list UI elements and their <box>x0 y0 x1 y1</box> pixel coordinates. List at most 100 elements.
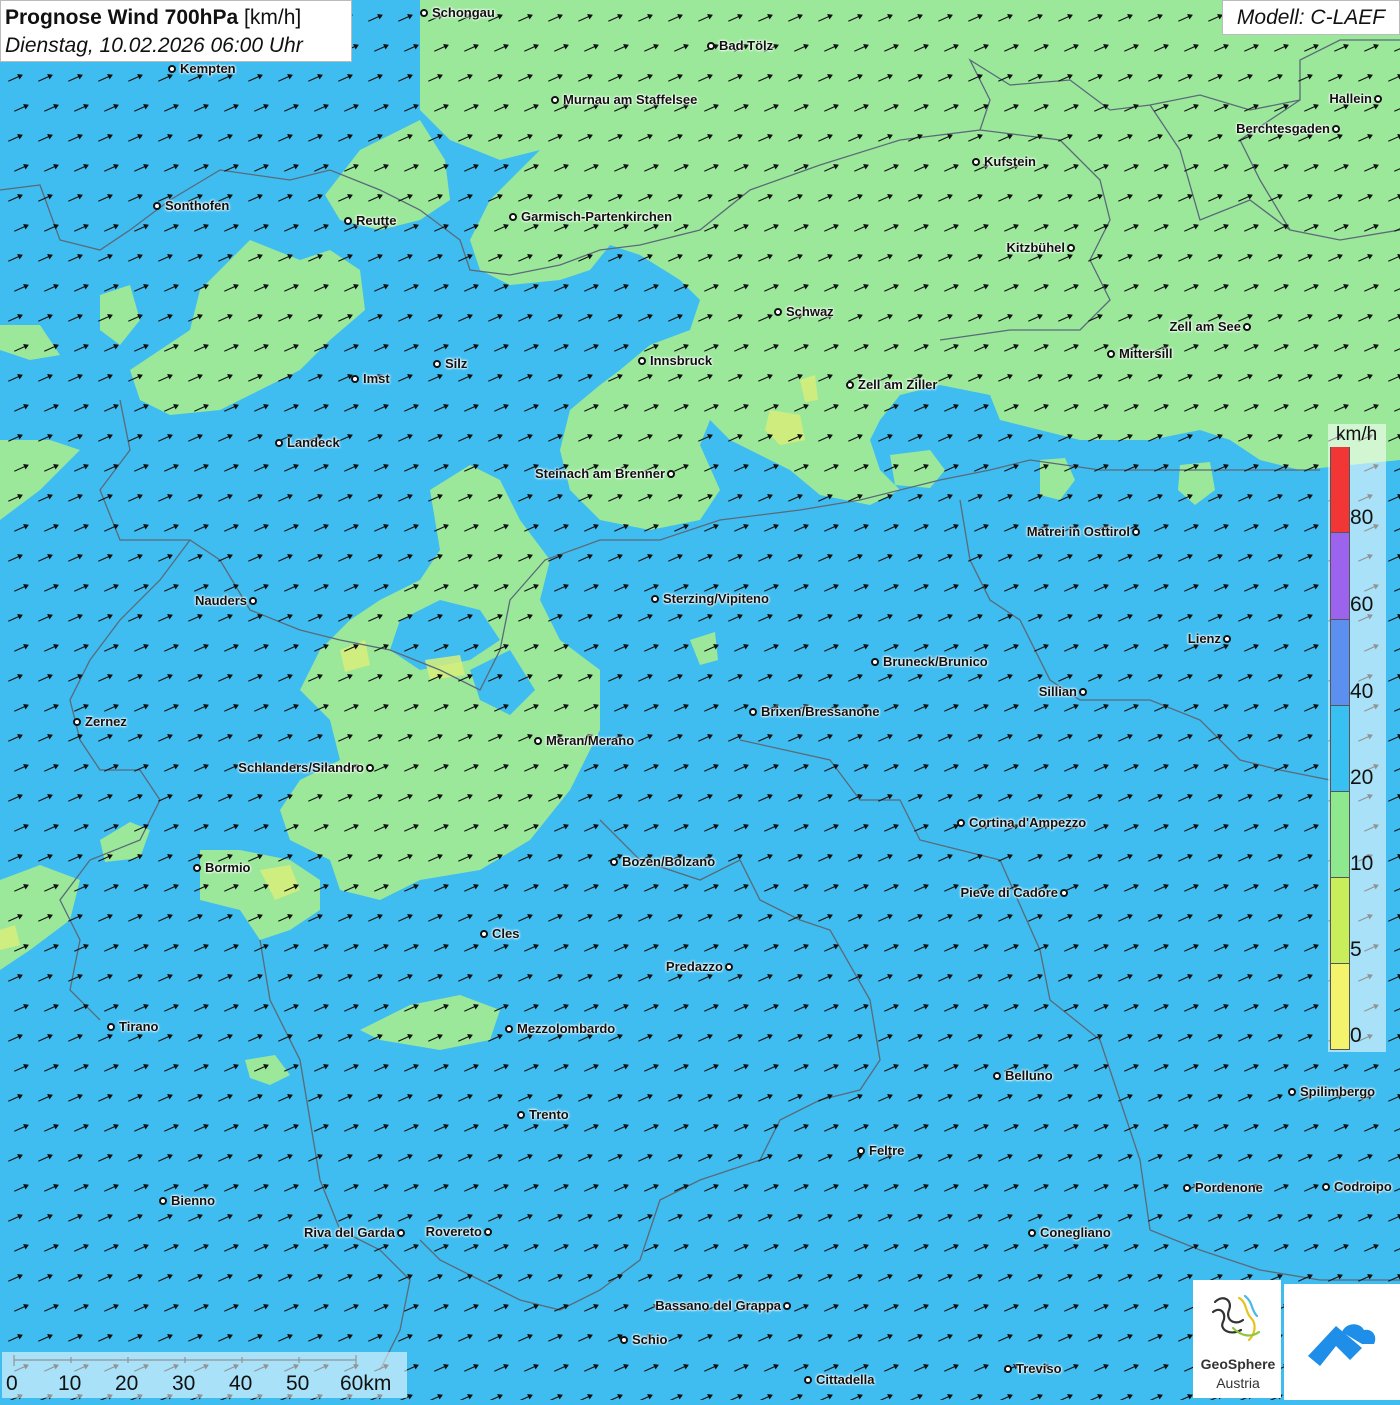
city-label: Bruneck/Brunico <box>883 654 988 669</box>
model-label: Modell: C-LAEF <box>1222 0 1400 35</box>
city-label: Schongau <box>432 5 495 20</box>
city-label: Zernez <box>85 714 127 729</box>
city-label: Kitzbühel <box>1006 240 1066 255</box>
city-label: Bad Tölz <box>719 38 774 53</box>
city-marker <box>1004 1365 1012 1373</box>
city-label: Schlanders/Silandro <box>238 760 364 775</box>
city-marker <box>783 1302 791 1310</box>
city-label: Pieve di Cadore <box>960 885 1058 900</box>
city-marker <box>397 1229 405 1237</box>
city-label: Rovereto <box>425 1224 482 1239</box>
city-marker <box>1332 125 1340 133</box>
city-label: Feltre <box>869 1143 905 1158</box>
city-label: Bienno <box>171 1193 216 1208</box>
city-label: Silz <box>445 356 468 371</box>
city-label: Schio <box>632 1332 668 1347</box>
legend-label-60: 60 <box>1350 593 1374 616</box>
city-marker <box>957 819 965 827</box>
wind-app-icon <box>1308 1324 1376 1366</box>
city-label: Bozen/Bolzano <box>622 854 716 869</box>
legend-band-5 <box>1330 878 1350 964</box>
city-label: Hallein <box>1329 91 1372 106</box>
city-marker <box>972 158 980 166</box>
city-marker <box>638 357 646 365</box>
city-label: Kempten <box>180 61 236 76</box>
city-label: Cortina d'Ampezzo <box>969 815 1087 830</box>
city-marker <box>774 308 782 316</box>
city-label: Belluno <box>1005 1068 1053 1083</box>
city-label: Sillian <box>1038 684 1077 699</box>
legend-band-0 <box>1330 964 1350 1050</box>
city-marker <box>725 963 733 971</box>
weather-app-logo[interactable] <box>1284 1284 1400 1400</box>
city-marker <box>484 1228 492 1236</box>
city-marker <box>1107 350 1115 358</box>
city-label: Garmisch-Partenkirchen <box>521 209 673 224</box>
scale-label-30: 30 <box>172 1372 196 1395</box>
city-label: Pordenone <box>1195 1180 1263 1195</box>
city-label: Imst <box>363 371 390 386</box>
city-marker <box>620 1336 628 1344</box>
city-marker <box>1028 1229 1036 1237</box>
geosphere-swirl-icon <box>1211 1294 1261 1342</box>
legend-band-80 <box>1330 447 1350 533</box>
city-marker <box>846 381 854 389</box>
legend-label-10: 10 <box>1350 852 1374 875</box>
city-label: Conegliano <box>1040 1225 1111 1240</box>
city-label: Kufstein <box>984 154 1036 169</box>
map-title: Prognose Wind 700hPa [km/h] <box>5 4 347 32</box>
forecast-datetime: Dienstag, 10.02.2026 06:00 Uhr <box>5 34 303 57</box>
map-title-unit: [km/h] <box>238 6 302 29</box>
legend-label-5: 5 <box>1350 938 1362 961</box>
city-marker <box>871 658 879 666</box>
scale-label-0: 0 <box>6 1372 18 1395</box>
city-marker <box>749 708 757 716</box>
city-label: Zell am See <box>1169 319 1241 334</box>
city-label: Codroipo <box>1334 1179 1392 1194</box>
city-marker <box>610 858 618 866</box>
scale-label-40: 40 <box>229 1372 253 1395</box>
city-marker <box>1223 635 1231 643</box>
city-marker <box>168 65 176 73</box>
city-label: Reutte <box>356 213 397 228</box>
city-marker <box>366 764 374 772</box>
legend-band-40 <box>1330 620 1350 706</box>
legend-band-10 <box>1330 792 1350 878</box>
legend-label-0: 0 <box>1350 1024 1362 1047</box>
scale-label-20: 20 <box>115 1372 139 1395</box>
city-label: Spilimbergo <box>1300 1084 1376 1099</box>
legend-unit: km/h <box>1336 424 1378 445</box>
city-label: Predazzo <box>665 959 723 974</box>
city-marker <box>1079 688 1087 696</box>
city-label: Cittadella <box>816 1372 875 1387</box>
city-label: Mezzolombardo <box>517 1021 616 1036</box>
legend-band-20 <box>1330 706 1350 792</box>
city-label: Trento <box>529 1107 569 1122</box>
map-title-box: Prognose Wind 700hPa [km/h] Dienstag, 10… <box>0 0 352 62</box>
city-marker <box>551 96 559 104</box>
city-marker <box>1288 1088 1296 1096</box>
city-marker <box>193 864 201 872</box>
city-marker <box>857 1147 865 1155</box>
city-label: Meran/Merano <box>546 733 635 748</box>
map-title-main: Prognose Wind 700hPa <box>5 6 239 29</box>
city-marker <box>159 1197 167 1205</box>
city-marker <box>1322 1183 1330 1191</box>
city-marker <box>275 439 283 447</box>
city-label: Bassano del Grappa <box>655 1298 781 1313</box>
city-label: Riva del Garda <box>303 1225 395 1240</box>
city-label: Cles <box>492 926 520 941</box>
city-marker <box>509 213 517 221</box>
city-marker <box>993 1072 1001 1080</box>
city-marker <box>249 597 257 605</box>
geosphere-logo-subtext: Austria <box>1216 1375 1260 1391</box>
city-label: Sterzing/Vipiteno <box>663 591 769 606</box>
city-marker <box>667 470 675 478</box>
city-marker <box>1183 1184 1191 1192</box>
city-marker <box>534 737 542 745</box>
city-marker <box>804 1376 812 1384</box>
city-marker <box>433 360 441 368</box>
legend-label-80: 80 <box>1350 506 1374 529</box>
legend-label-40: 40 <box>1350 680 1374 703</box>
scale-label-50: 50 <box>286 1372 310 1395</box>
